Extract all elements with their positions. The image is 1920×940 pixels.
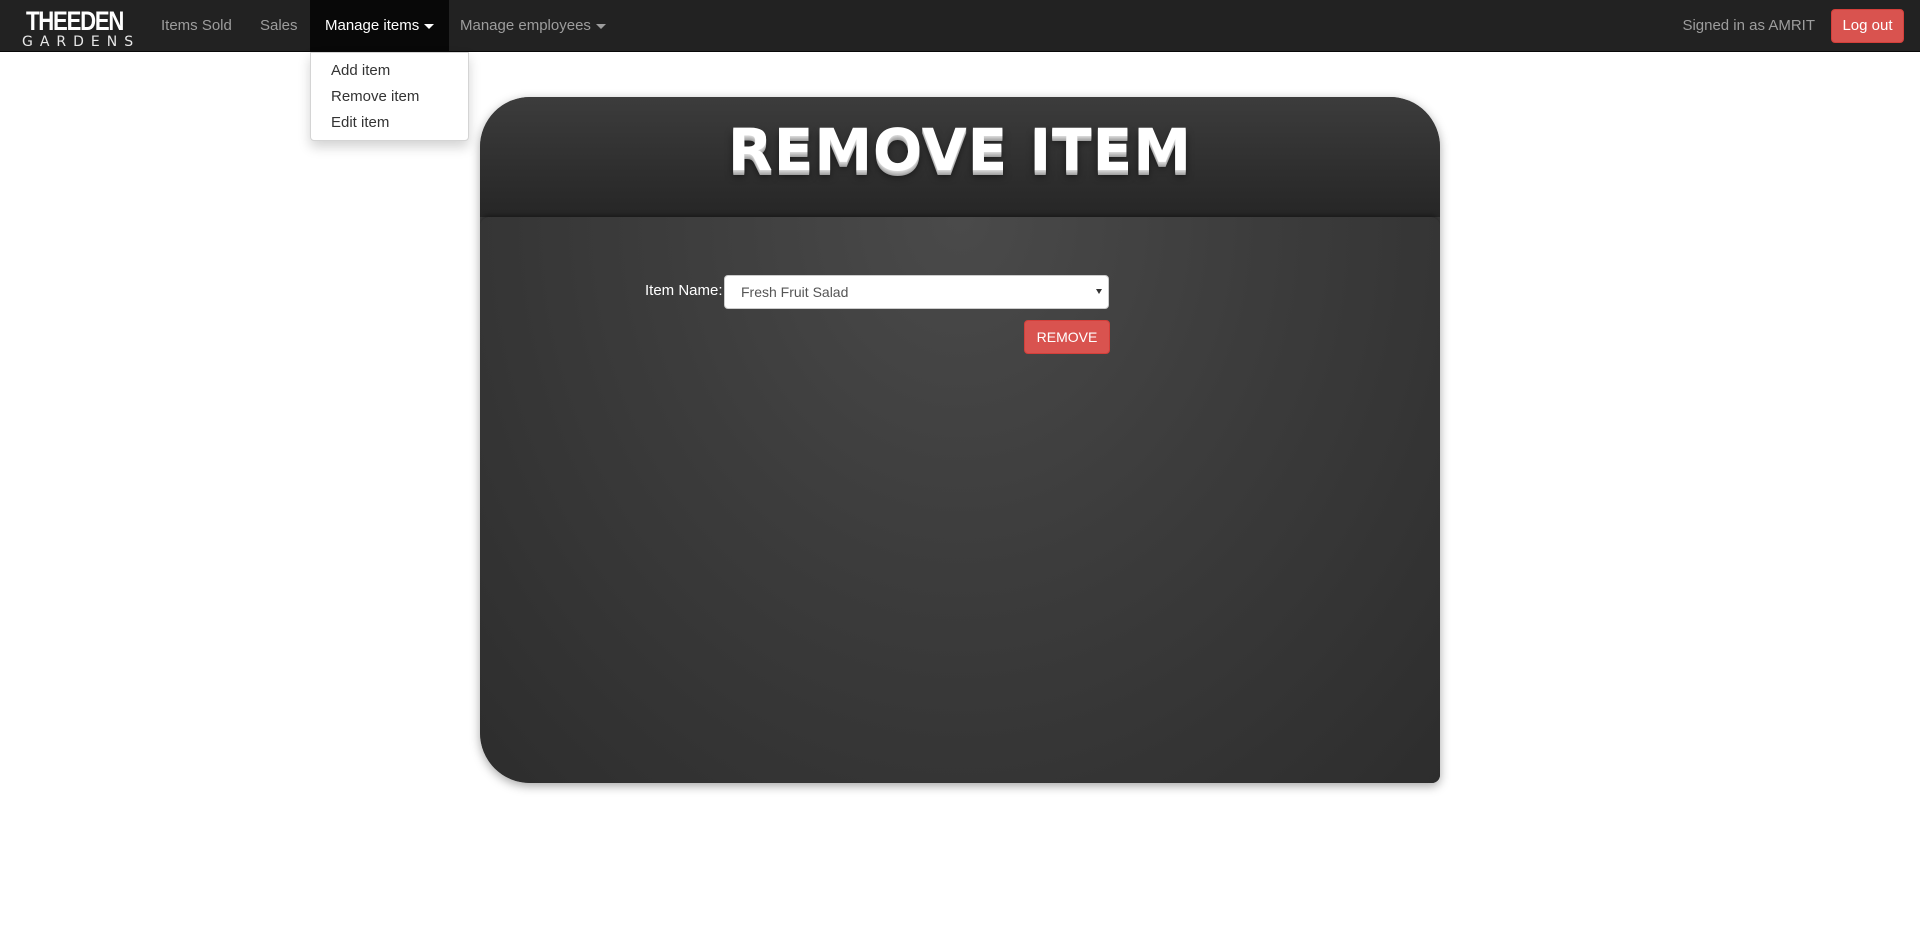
item-name-select[interactable]: Fresh Fruit Salad <box>724 275 1109 309</box>
nav-manage-employees[interactable]: Manage employees <box>445 0 621 51</box>
logout-button[interactable]: Log out <box>1831 9 1904 43</box>
brand-logo[interactable]: THEEDEN GARDENS <box>22 6 133 50</box>
caret-down-icon <box>595 23 606 29</box>
nav-sales[interactable]: Sales <box>245 0 313 51</box>
manage-items-dropdown: Add item Remove item Edit item <box>310 52 469 141</box>
remove-item-panel: REMOVE ITEM Item Name: Fresh Fruit Salad… <box>480 97 1440 783</box>
top-navbar: THEEDEN GARDENS Items Sold Sales Manage … <box>0 0 1920 52</box>
signed-in-status: Signed in as AMRIT <box>1682 17 1815 34</box>
nav-items-sold[interactable]: Items Sold <box>146 0 247 51</box>
item-name-selected-value: Fresh Fruit Salad <box>741 284 849 300</box>
remove-button[interactable]: REMOVE <box>1024 320 1110 354</box>
nav-manage-items[interactable]: Manage items <box>310 0 450 51</box>
panel-header: REMOVE ITEM <box>480 97 1440 217</box>
menu-item-edit-item[interactable]: Edit item <box>311 110 468 136</box>
nav-manage-items-label: Manage items <box>325 17 420 34</box>
brand-logo-line2: GARDENS <box>22 34 141 50</box>
dropdown-arrow-icon <box>1096 289 1102 294</box>
page-title: REMOVE ITEM <box>728 116 1192 184</box>
panel-body: Item Name: Fresh Fruit Salad REMOVE <box>480 217 1440 783</box>
item-name-label: Item Name: <box>645 282 723 299</box>
brand-logo-line1: THEEDEN <box>26 6 124 36</box>
caret-down-icon <box>424 23 435 29</box>
nav-manage-employees-label: Manage employees <box>460 17 591 34</box>
menu-item-remove-item[interactable]: Remove item <box>311 84 468 110</box>
nav-sales-label: Sales <box>260 17 298 34</box>
nav-items-sold-label: Items Sold <box>161 17 232 34</box>
menu-item-add-item[interactable]: Add item <box>311 58 468 84</box>
